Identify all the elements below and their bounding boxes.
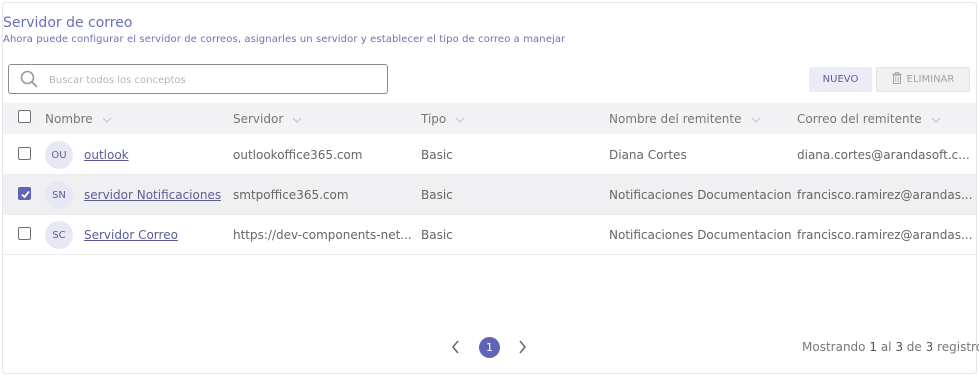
records-de: de [906, 340, 922, 354]
sender-name-cell: Notificaciones Documentacion [609, 228, 791, 242]
server-name-link[interactable]: servidor Notificaciones [84, 188, 221, 202]
type-cell: Basic [421, 148, 453, 162]
column-label: Tipo [421, 112, 447, 126]
records-summary: Mostrando 1 al 3 de 3 registros [802, 340, 979, 354]
column-header-tipo[interactable]: Tipo [421, 112, 465, 126]
new-button[interactable]: NUEVO [809, 67, 872, 92]
server-cell: https://dev-components-net... [233, 228, 412, 242]
sender-email-cell: diana.cortes@arandasoft.c... [797, 148, 970, 162]
sender-email-cell: francisco.ramirez@arandas... [797, 188, 973, 202]
page-title: Servidor de correo [3, 15, 133, 31]
table-row[interactable]: SC Servidor Correo https://dev-component… [3, 215, 976, 255]
type-cell: Basic [421, 188, 453, 202]
records-to: 3 [895, 340, 903, 354]
search-input[interactable] [49, 70, 369, 90]
records-from: 1 [869, 340, 877, 354]
server-name-link[interactable]: Servidor Correo [84, 228, 178, 242]
delete-button-label: ELIMINAR [906, 74, 955, 85]
checkmark-icon [21, 190, 30, 199]
column-header-correo-remitente[interactable]: Correo del remitente [797, 112, 941, 126]
server-cell: smtpoffice365.com [233, 188, 349, 202]
chevron-down-icon [102, 112, 112, 126]
records-prefix: Mostrando [802, 340, 866, 354]
select-all-checkbox[interactable] [18, 110, 31, 123]
delete-button[interactable]: ELIMINAR [876, 67, 970, 92]
sender-name-cell: Notificaciones Documentacion [609, 188, 791, 202]
column-label: Nombre [45, 112, 93, 126]
table-row[interactable]: SN servidor Notificaciones smtpoffice365… [3, 175, 976, 215]
avatar: SN [45, 181, 73, 209]
chevron-down-icon [292, 112, 302, 126]
row-checkbox[interactable] [18, 187, 31, 200]
column-header-nombre-remitente[interactable]: Nombre del remitente [609, 112, 761, 126]
column-header-servidor[interactable]: Servidor [233, 112, 302, 126]
column-header-nombre[interactable]: Nombre [45, 112, 112, 126]
page-button-current[interactable]: 1 [479, 337, 500, 358]
records-suffix: registros [937, 340, 979, 354]
table-header: Nombre Servidor Tipo Nombre del remitent… [3, 103, 976, 134]
table-row[interactable]: OU outlook outlookoffice365.com Basic Di… [3, 135, 976, 175]
row-checkbox[interactable] [18, 147, 31, 160]
chevron-down-icon [931, 112, 941, 126]
page-subtitle: Ahora puede configurar el servidor de co… [3, 34, 566, 45]
column-label: Nombre del remitente [609, 112, 742, 126]
sender-name-cell: Diana Cortes [609, 148, 687, 162]
column-label: Correo del remitente [797, 112, 922, 126]
server-name-link[interactable]: outlook [84, 148, 129, 162]
search-box[interactable] [8, 64, 388, 94]
records-al: al [880, 340, 892, 354]
trash-icon [892, 72, 907, 87]
server-cell: outlookoffice365.com [233, 148, 363, 162]
chevron-down-icon [455, 112, 465, 126]
sender-email-cell: francisco.ramirez@arandas... [797, 228, 973, 242]
avatar: OU [45, 141, 73, 169]
next-page-icon[interactable] [515, 339, 529, 359]
search-icon [20, 70, 38, 88]
type-cell: Basic [421, 228, 453, 242]
prev-page-icon[interactable] [449, 339, 463, 359]
row-checkbox[interactable] [18, 227, 31, 240]
chevron-down-icon [751, 112, 761, 126]
records-total: 3 [925, 340, 934, 354]
column-label: Servidor [233, 112, 284, 126]
avatar: SC [45, 221, 73, 249]
